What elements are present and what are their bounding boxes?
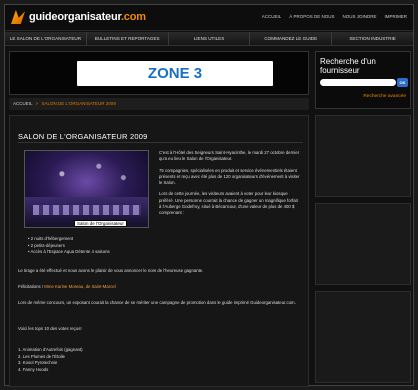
top-votes-list: 1. Animation d'Autrefois (gagnant) 2. Le… bbox=[18, 347, 83, 373]
search-title: Recherche d'un fournisseur bbox=[320, 57, 376, 75]
list-item: 4. Fanny Hoods bbox=[18, 366, 49, 372]
article-intro: C'est à l'Hôtel des Seigneurs Saint-Hyac… bbox=[159, 150, 301, 222]
nav-item-salon[interactable]: LE SALON DE L'ORGANISATEUR bbox=[5, 32, 87, 45]
top-link-print[interactable]: IMPRIMER bbox=[385, 14, 408, 19]
top-link-home[interactable]: ACCUEIL bbox=[262, 14, 282, 19]
contest-paragraph: Lors de même concours, un exposant coura… bbox=[18, 300, 296, 305]
sidebar-box bbox=[315, 115, 411, 197]
search-input[interactable] bbox=[320, 79, 396, 86]
site-logo[interactable]: guideorganisateur.com bbox=[11, 10, 146, 24]
page-frame: guideorganisateur.com ACCUEIL À PROPOS D… bbox=[4, 4, 414, 387]
event-photo bbox=[24, 150, 149, 228]
nav-item-commandez[interactable]: COMMANDEZ LE GUIDE bbox=[250, 32, 333, 45]
photo-booths bbox=[33, 205, 141, 215]
header: guideorganisateur.com ACCUEIL À PROPOS D… bbox=[5, 5, 413, 31]
sidebar-box bbox=[315, 203, 411, 285]
advanced-search-link[interactable]: Recherche avancée bbox=[363, 94, 406, 99]
article: SALON DE L'ORGANISATEUR 2009 Salon de l'… bbox=[9, 115, 309, 387]
ad-zone-label: ZONE 3 bbox=[77, 61, 273, 86]
title-divider bbox=[18, 142, 303, 143]
draw-paragraph: Le tirage a été effectué et nous avons l… bbox=[18, 268, 204, 273]
winner-name: Mme Karine Moreau, de Saint-Marcel bbox=[44, 284, 116, 289]
intro-paragraph: C'est à l'Hôtel des Seigneurs Saint-Hyac… bbox=[159, 150, 300, 162]
sidebar-box bbox=[315, 291, 411, 383]
photo-caption: Salon de l'Organisateur bbox=[74, 220, 127, 227]
logo-icon bbox=[11, 10, 25, 24]
breadcrumb-separator: > bbox=[35, 101, 39, 106]
breadcrumb: ACCUEIL > SALON DE L'ORGANISATEUR 2009 bbox=[9, 98, 309, 110]
supplier-search: Recherche d'un fournisseur OK Recherche … bbox=[315, 51, 411, 109]
top-link-contact[interactable]: NOUS JOINDRE bbox=[342, 14, 376, 19]
search-button[interactable]: OK bbox=[397, 78, 408, 87]
list-item: 1. Animation d'Autrefois (gagnant) bbox=[18, 347, 83, 352]
congrats-label: Félicitations ! bbox=[18, 284, 44, 289]
breadcrumb-home[interactable]: ACCUEIL bbox=[13, 101, 32, 106]
nav-item-liens[interactable]: LIENS UTILES bbox=[169, 32, 251, 45]
logo-text: guideorganisateur.com bbox=[29, 11, 146, 23]
top-votes-intro: Voici les tops 10 des votes reçus! bbox=[18, 326, 82, 331]
top-link-about[interactable]: À PROPOS DE NOUS bbox=[289, 14, 334, 19]
nav-item-industrie[interactable]: SECTION INDUSTRIE bbox=[332, 32, 413, 45]
breadcrumb-current: SALON DE L'ORGANISATEUR 2009 bbox=[41, 101, 116, 106]
top-links: ACCUEIL À PROPOS DE NOUS NOUS JOINDRE IM… bbox=[262, 14, 407, 19]
ad-banner[interactable]: ZONE 3 bbox=[9, 51, 309, 95]
article-title: SALON DE L'ORGANISATEUR 2009 bbox=[18, 132, 148, 141]
congrats-paragraph: Félicitations ! Mme Karine Moreau, de Sa… bbox=[18, 284, 304, 290]
main-nav: LE SALON DE L'ORGANISATEUR BULLETINS ET … bbox=[5, 32, 413, 46]
nav-item-bulletins[interactable]: BULLETINS ET REPORTAGES bbox=[87, 32, 169, 45]
intro-paragraph: Lors de cette journée, les visiteurs ava… bbox=[159, 191, 298, 216]
intro-paragraph: 75 compagnies, spécialisées en produit e… bbox=[159, 167, 300, 186]
list-item: Accès à l'Espace Aqua Détente 4 saisons bbox=[28, 249, 109, 256]
prize-list: 2 nuits d'hébergement 2 petits-déjeuners… bbox=[28, 236, 109, 256]
